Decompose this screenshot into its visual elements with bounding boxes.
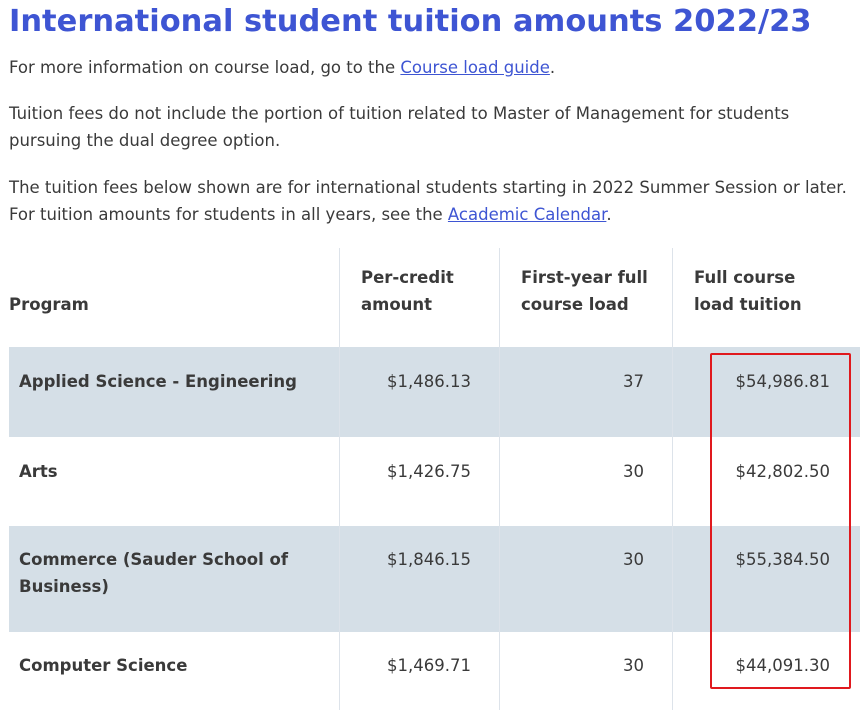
- full-tuition: $55,384.50: [735, 550, 830, 569]
- tuition-info-paragraph: The tuition fees below shown are for int…: [9, 174, 854, 228]
- column-divider: [339, 248, 340, 710]
- academic-calendar-link[interactable]: Academic Calendar: [448, 205, 606, 224]
- tuition-table: Program Per-credit amount First-year ful…: [0, 248, 860, 710]
- first-year-load: 30: [623, 462, 644, 481]
- per-credit-amount: $1,426.75: [387, 462, 471, 481]
- course-load-text: For more information on course load, go …: [9, 58, 401, 77]
- table-row: Computer Science $1,469.71 30 $44,091.30: [9, 632, 860, 710]
- program-name: Applied Science - Engineering: [19, 372, 297, 391]
- tuition-info-text: The tuition fees below shown are for int…: [9, 178, 847, 224]
- course-load-paragraph: For more information on course load, go …: [9, 54, 854, 81]
- header-first-year-line2: course load: [521, 295, 629, 314]
- per-credit-amount: $1,846.15: [387, 550, 471, 569]
- full-tuition: $44,091.30: [735, 656, 830, 675]
- table-row: Commerce (Sauder School of Business) $1,…: [9, 526, 860, 632]
- tuition-info-suffix: .: [606, 205, 612, 224]
- page: International student tuition amounts 20…: [0, 0, 865, 710]
- column-divider: [499, 248, 500, 710]
- per-credit-amount: $1,486.13: [387, 372, 471, 391]
- header-per-credit-line2: amount: [361, 295, 433, 314]
- header-full-course-line1: Full course: [694, 268, 796, 287]
- table-row: Applied Science - Engineering $1,486.13 …: [9, 347, 860, 437]
- full-tuition: $54,986.81: [735, 372, 830, 391]
- program-name: Computer Science: [19, 656, 188, 675]
- header-first-year-line1: First-year full: [521, 268, 648, 287]
- dual-degree-paragraph: Tuition fees do not include the portion …: [9, 104, 790, 150]
- table-row: Arts $1,426.75 30 $42,802.50: [9, 437, 860, 526]
- header-per-credit-line1: Per-credit: [361, 268, 454, 287]
- header-program: Program: [9, 295, 89, 314]
- first-year-load: 37: [623, 372, 644, 391]
- full-tuition: $42,802.50: [735, 462, 830, 481]
- page-title: International student tuition amounts 20…: [9, 4, 812, 39]
- program-name: Arts: [19, 462, 58, 481]
- first-year-load: 30: [623, 550, 644, 569]
- course-load-suffix: .: [549, 58, 556, 77]
- program-name: Commerce (Sauder School of Business): [19, 550, 289, 596]
- header-full-course-line2: load tuition: [694, 295, 802, 314]
- per-credit-amount: $1,469.71: [387, 656, 471, 675]
- course-load-guide-link[interactable]: Course load guide: [400, 58, 550, 77]
- first-year-load: 30: [623, 656, 644, 675]
- column-divider: [672, 248, 673, 710]
